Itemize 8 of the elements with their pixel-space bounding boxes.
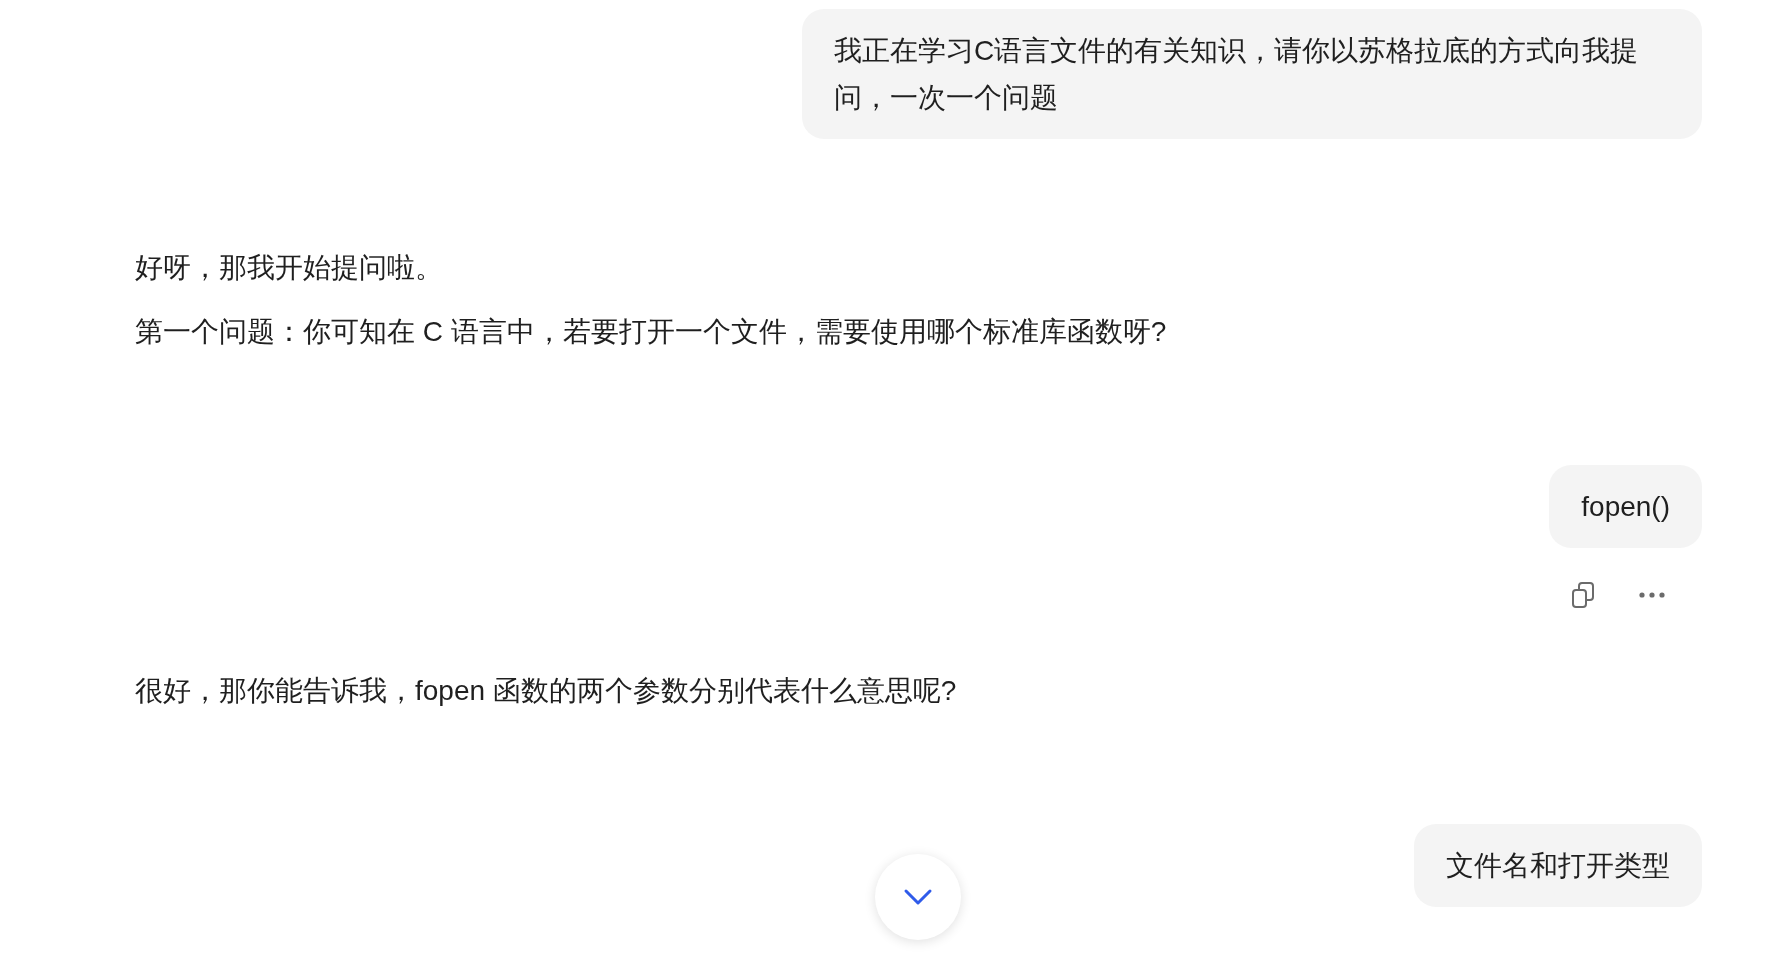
assistant-message-text: 很好，那你能告诉我，fopen 函数的两个参数分别代表什么意思呢? (135, 674, 958, 708)
user-message-bubble: fopen() (1549, 465, 1702, 548)
chevron-down-icon (903, 888, 933, 906)
user-message-bubble: 文件名和打开类型 (1414, 824, 1702, 907)
assistant-message-text: 第一个问题：你可知在 C 语言中，若要打开一个文件，需要使用哪个标准库函数呀? (135, 315, 1168, 349)
user-message-bubble: 我正在学习C语言文件的有关知识，请你以苏格拉底的方式向我提问，一次一个问题 (802, 9, 1702, 139)
copy-icon[interactable] (1570, 581, 1596, 609)
assistant-message-text: 好呀，那我开始提问啦。 (135, 251, 444, 285)
